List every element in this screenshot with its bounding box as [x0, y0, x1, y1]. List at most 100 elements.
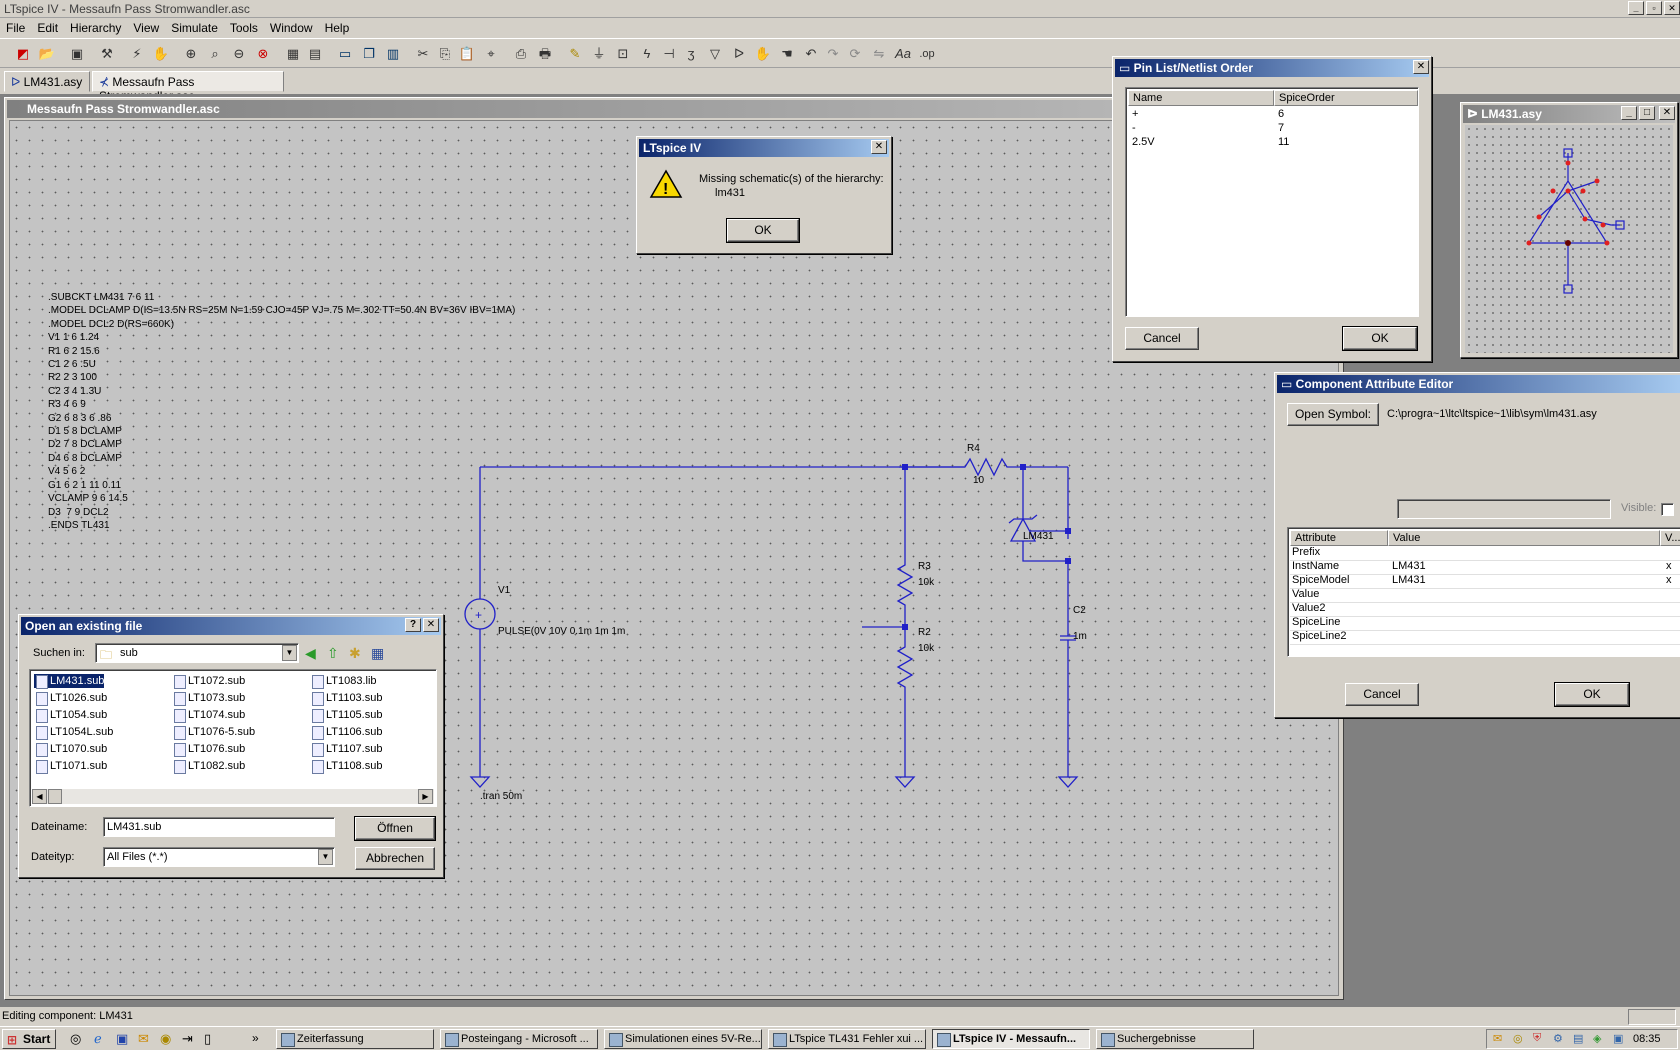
print-setup-icon[interactable]: ⎙: [512, 45, 530, 63]
task-button[interactable]: Suchergebnisse: [1096, 1029, 1254, 1049]
redo-icon[interactable]: ↷: [824, 45, 842, 63]
file-item[interactable]: LT1107.sub: [310, 742, 382, 757]
task-button[interactable]: Zeiterfassung: [276, 1029, 434, 1049]
r3-value[interactable]: 10k: [918, 577, 934, 588]
value-edit-field[interactable]: [1397, 499, 1611, 519]
file-item[interactable]: LT1106.sub: [310, 725, 382, 740]
tray-icon[interactable]: ⛨: [1533, 1032, 1541, 1045]
attribute-value[interactable]: LM431: [1392, 574, 1426, 586]
app-icon[interactable]: ◉: [160, 1031, 171, 1047]
save-icon[interactable]: ▣: [68, 45, 86, 63]
new-schematic-icon[interactable]: ◩: [14, 45, 32, 63]
quicklaunch-icon[interactable]: ◎: [70, 1031, 81, 1047]
minimize-icon[interactable]: _: [1621, 106, 1637, 120]
attribute-visible[interactable]: x: [1666, 560, 1672, 572]
pin-order[interactable]: 11: [1278, 136, 1289, 148]
open-symbol-button[interactable]: Open Symbol:: [1287, 403, 1379, 426]
zoom-fit-icon[interactable]: ⊗: [254, 45, 272, 63]
menu-hierarchy[interactable]: Hierarchy: [64, 21, 127, 35]
column-name[interactable]: Name: [1128, 90, 1274, 106]
label-net-icon[interactable]: ⊡: [614, 45, 632, 63]
paste-icon[interactable]: 📋: [458, 45, 476, 63]
tab-schematic[interactable]: ⊀ Messaufn Pass Stromwandler.asc: [92, 71, 284, 103]
up-folder-icon[interactable]: ⇧: [327, 645, 339, 662]
attribute-name[interactable]: Value2: [1292, 602, 1325, 614]
look-in-select[interactable]: 🗀 sub ▼: [95, 643, 299, 663]
menu-edit[interactable]: Edit: [31, 21, 64, 35]
back-icon[interactable]: ◀: [305, 645, 316, 662]
cancel-button[interactable]: Cancel: [1125, 327, 1199, 350]
pin-list-table[interactable]: Name SpiceOrder + 6 - 7 2.5V 11: [1125, 87, 1419, 317]
waveform-icon[interactable]: ▦: [284, 45, 302, 63]
file-item[interactable]: LT1073.sub: [172, 691, 245, 706]
r3-label[interactable]: R3: [918, 561, 931, 572]
chevron-down-icon[interactable]: ▼: [318, 849, 333, 865]
open-button[interactable]: Öffnen: [354, 816, 436, 841]
v1-label[interactable]: V1: [498, 585, 510, 596]
close-icon[interactable]: ✕: [1659, 106, 1675, 120]
tab-lm431-asy[interactable]: ᐅ LM431.asy: [4, 71, 90, 92]
open-icon[interactable]: 📂: [38, 45, 56, 63]
ok-button[interactable]: OK: [1342, 326, 1418, 351]
column-visible[interactable]: V...: [1660, 530, 1680, 546]
cascade-icon[interactable]: ❐: [360, 45, 378, 63]
pin-order[interactable]: 7: [1278, 122, 1284, 134]
visible-checkbox[interactable]: [1661, 503, 1674, 516]
attribute-table[interactable]: Attribute Value V... Prefix InstName LM431…: [1287, 527, 1680, 657]
pin-order[interactable]: 6: [1278, 108, 1284, 120]
scroll-left-icon[interactable]: ◀: [32, 789, 47, 804]
move-icon[interactable]: ✋: [754, 45, 772, 63]
rotate-icon[interactable]: ⟳: [846, 45, 864, 63]
ok-button[interactable]: OK: [1554, 682, 1630, 707]
ie-icon[interactable]: ℯ: [94, 1031, 102, 1047]
file-item[interactable]: LT1054L.sub: [34, 725, 113, 740]
diode-icon[interactable]: ▽: [706, 45, 724, 63]
r4-value[interactable]: 10: [973, 475, 984, 486]
minimize-button[interactable]: _: [1628, 1, 1644, 15]
file-item[interactable]: LT1054.sub: [34, 708, 107, 723]
close-button[interactable]: ✕: [1664, 1, 1680, 15]
file-item[interactable]: LT1083.lib: [310, 674, 377, 689]
pin-name[interactable]: +: [1132, 108, 1138, 120]
tran-directive[interactable]: .tran 50m: [480, 791, 522, 802]
lm431-label[interactable]: LM431: [1023, 531, 1054, 542]
file-list[interactable]: LM431.sub LT1026.sub LT1054.sub LT1054L.sub…: [29, 669, 437, 807]
menu-tools[interactable]: Tools: [224, 21, 264, 35]
tile-vertical-icon[interactable]: ▥: [384, 45, 402, 63]
ground-icon[interactable]: ⏚: [590, 45, 608, 63]
file-item[interactable]: LT1108.sub: [310, 759, 382, 774]
tray-icon[interactable]: ▣: [1613, 1032, 1623, 1045]
attribute-name[interactable]: Value: [1292, 588, 1319, 600]
run-icon[interactable]: ⚡: [128, 45, 146, 63]
attribute-name[interactable]: SpiceLine2: [1292, 630, 1346, 642]
file-item[interactable]: LT1026.sub: [34, 691, 107, 706]
attribute-name[interactable]: InstName: [1292, 560, 1339, 572]
save-icon[interactable]: ▣: [116, 1031, 128, 1047]
help-icon[interactable]: ?: [405, 618, 421, 632]
text-icon[interactable]: Aa: [894, 45, 912, 63]
resistor-icon[interactable]: ϟ: [638, 45, 656, 63]
menu-window[interactable]: Window: [264, 21, 319, 35]
tray-icon[interactable]: ✉: [1493, 1032, 1502, 1045]
maximize-icon[interactable]: □: [1639, 106, 1655, 120]
file-item[interactable]: LT1076.sub: [172, 742, 245, 757]
capacitor-icon[interactable]: ⊣: [660, 45, 678, 63]
tray-icon[interactable]: ◈: [1593, 1032, 1601, 1045]
zoom-in-icon[interactable]: ⊕: [182, 45, 200, 63]
mirror-icon[interactable]: ⇋: [870, 45, 888, 63]
halt-icon[interactable]: ✋: [152, 45, 170, 63]
v1-value[interactable]: PULSE(0V 10V 0.1m 1m 1m: [498, 626, 625, 637]
attribute-name[interactable]: SpiceModel: [1292, 574, 1349, 586]
file-item[interactable]: LT1105.sub: [310, 708, 382, 723]
task-button[interactable]: LTspice TL431 Fehler xui ...: [768, 1029, 926, 1049]
outlook-icon[interactable]: ✉: [138, 1031, 149, 1047]
attribute-name[interactable]: Prefix: [1292, 546, 1320, 558]
close-icon[interactable]: ✕: [871, 140, 887, 154]
column-spiceorder[interactable]: SpiceOrder: [1274, 90, 1418, 106]
filename-input[interactable]: LM431.sub: [103, 817, 335, 837]
chevron-down-icon[interactable]: ▼: [282, 645, 297, 661]
app-icon[interactable]: ▯: [204, 1031, 211, 1047]
cancel-button[interactable]: Cancel: [1345, 683, 1419, 706]
tray-icon[interactable]: ▤: [1573, 1032, 1583, 1045]
new-folder-icon[interactable]: ✱: [349, 645, 361, 662]
